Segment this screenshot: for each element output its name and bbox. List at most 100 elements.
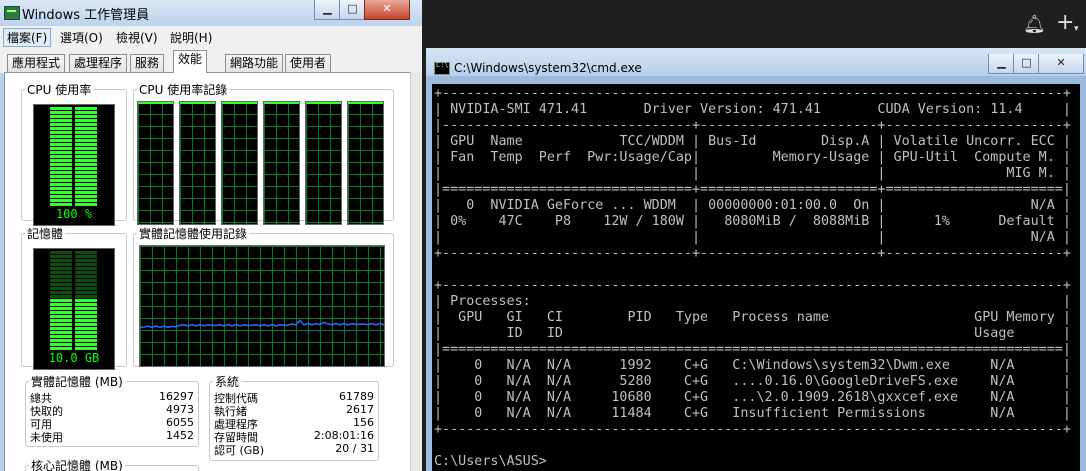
cpu-core-line xyxy=(348,102,383,104)
cmd-window-title: C:\Windows\system32\cmd.exe xyxy=(454,61,642,75)
memory-meter-segment xyxy=(50,283,72,286)
memory-history-group: 實體記憶體使用記錄 xyxy=(133,225,394,367)
cpu-meter-segment xyxy=(50,195,72,198)
cpu-usage-label: CPU 使用率 xyxy=(27,83,92,97)
tab-services[interactable]: 服務 xyxy=(130,54,165,72)
menu-options[interactable]: 選項(O) xyxy=(57,29,106,46)
memory-meter-segment xyxy=(75,319,97,322)
close-button[interactable]: ✕ xyxy=(364,0,410,20)
memory-meter-segment xyxy=(50,347,72,350)
cpu-meter-segment xyxy=(75,159,97,162)
memory-usage-value: 10.0 GB xyxy=(48,351,100,365)
cpu-meter-segment xyxy=(75,195,97,198)
memory-meter-segment xyxy=(50,279,72,282)
minimize-button[interactable]: ▁ xyxy=(314,0,341,20)
memory-meter-segment xyxy=(75,295,97,298)
memory-meter-segment xyxy=(50,299,72,302)
task-manager-icon xyxy=(4,6,20,20)
tab-processes[interactable]: 處理程序 xyxy=(69,54,128,72)
cpu-meter-segment xyxy=(75,111,97,114)
cpu-meter-segment xyxy=(50,147,72,150)
cpu-meter-segment xyxy=(75,123,97,126)
memory-meter-segment xyxy=(75,291,97,294)
system-row: 執行緒 2617 xyxy=(210,403,378,418)
memory-meter-segment xyxy=(50,263,72,266)
cpu-core-graph xyxy=(347,101,384,225)
cpu-core-line xyxy=(264,102,299,104)
memory-meter-segment xyxy=(75,311,97,314)
memory-meter-segment xyxy=(75,299,97,302)
memory-meter-bars xyxy=(50,251,97,350)
memory-history-label: 實體記憶體使用記錄 xyxy=(139,227,248,241)
physical-memory-title: 實體記憶體 (MB) xyxy=(31,375,123,389)
memory-meter-segment xyxy=(50,343,72,346)
menu-bar: 檔案(F) 選項(O) 檢視(V) 說明(H) xyxy=(0,26,422,48)
cmd-close-button[interactable]: ✕ xyxy=(1038,54,1084,74)
chevron-down-icon[interactable]: ▾ xyxy=(1074,20,1079,38)
cpu-core-graph xyxy=(179,101,216,225)
cpu-meter-segment xyxy=(50,167,72,170)
memory-meter-segment xyxy=(75,259,97,262)
console-area[interactable]: +---------------------------------------… xyxy=(432,84,1080,471)
cpu-meter-segment xyxy=(75,175,97,178)
cpu-meter-segment xyxy=(50,111,72,114)
cpu-meter-segment xyxy=(50,171,72,174)
plus-icon[interactable]: + xyxy=(1056,12,1074,34)
memory-meter-segment xyxy=(50,315,72,318)
cpu-meter-segment xyxy=(50,199,72,202)
memory-meter-segment xyxy=(50,335,72,338)
tab-users[interactable]: 使用者 xyxy=(285,54,332,72)
menu-file[interactable]: 檔案(F) xyxy=(3,28,52,47)
memory-meter-segment xyxy=(50,251,72,254)
memory-history-graph xyxy=(139,245,385,367)
task-manager-window: Windows 工作管理員 ▁ □ ✕ 檔案(F) 選項(O) 檢視(V) 說明… xyxy=(0,0,422,471)
physical-memory-row: 可用 6055 xyxy=(26,416,198,431)
cpu-meter-segment xyxy=(50,203,72,206)
maximize-button[interactable]: □ xyxy=(339,0,366,20)
system-group: 系統 控制代碼 61789 執行緒 2617 處理程序 156 存留時間 2:08:01… xyxy=(209,373,379,461)
stat-key: 未使用 xyxy=(30,431,63,444)
memory-meter: 10.0 GB xyxy=(33,248,115,370)
cpu-meter-segment xyxy=(75,135,97,138)
memory-meter-segment xyxy=(50,311,72,314)
memory-label: 記憶體 xyxy=(27,227,64,241)
physical-memory-row: 未使用 1452 xyxy=(26,429,198,444)
cmd-window: C:\Windows\system32\cmd.exe ▁ □ ✕ +-----… xyxy=(426,48,1086,471)
memory-meter-segment xyxy=(50,331,72,334)
memory-meter-segment xyxy=(50,303,72,306)
cpu-meter-segment xyxy=(50,183,72,186)
menu-view[interactable]: 檢視(V) xyxy=(113,29,161,46)
cpu-meter-segment xyxy=(50,131,72,134)
cpu-core-graph xyxy=(263,101,300,225)
cmd-minimize-button[interactable]: ▁ xyxy=(988,54,1015,74)
tab-networking[interactable]: 網路功能 xyxy=(225,54,284,72)
cpu-core-line xyxy=(180,102,215,104)
cpu-core-line xyxy=(306,102,341,104)
cpu-meter-segment xyxy=(50,175,72,178)
cpu-meter-segment xyxy=(50,179,72,182)
stat-value: 156 xyxy=(353,416,374,429)
memory-meter-segment xyxy=(75,327,97,330)
cpu-meter-segment xyxy=(75,119,97,122)
kernel-memory-title: 核心記憶體 (MB) xyxy=(31,459,123,471)
cmd-maximize-button[interactable]: □ xyxy=(1013,54,1040,74)
memory-meter-segment xyxy=(75,335,97,338)
cpu-meter-segment xyxy=(75,155,97,158)
stat-value: 61789 xyxy=(339,390,374,403)
memory-meter-segment xyxy=(50,319,72,322)
cpu-core-graph xyxy=(137,101,174,225)
bell-icon[interactable]: 🔔︎ xyxy=(1023,16,1046,34)
minimize-icon: ▁ xyxy=(997,56,1006,69)
memory-meter-segment xyxy=(75,279,97,282)
memory-meter-segment xyxy=(50,259,72,262)
tab-applications[interactable]: 應用程式 xyxy=(7,54,66,72)
tab-performance[interactable]: 效能 xyxy=(173,50,208,73)
maximize-icon: □ xyxy=(1021,56,1032,69)
memory-meter-segment xyxy=(75,315,97,318)
memory-meter-segment xyxy=(50,307,72,310)
menu-help[interactable]: 說明(H) xyxy=(167,29,215,46)
cpu-meter-segment xyxy=(50,127,72,130)
cpu-usage-value: 100 % xyxy=(55,207,93,221)
title-bar[interactable]: Windows 工作管理員 ▁ □ ✕ xyxy=(0,0,422,26)
cmd-title-bar[interactable]: C:\Windows\system32\cmd.exe ▁ □ ✕ xyxy=(426,48,1086,76)
